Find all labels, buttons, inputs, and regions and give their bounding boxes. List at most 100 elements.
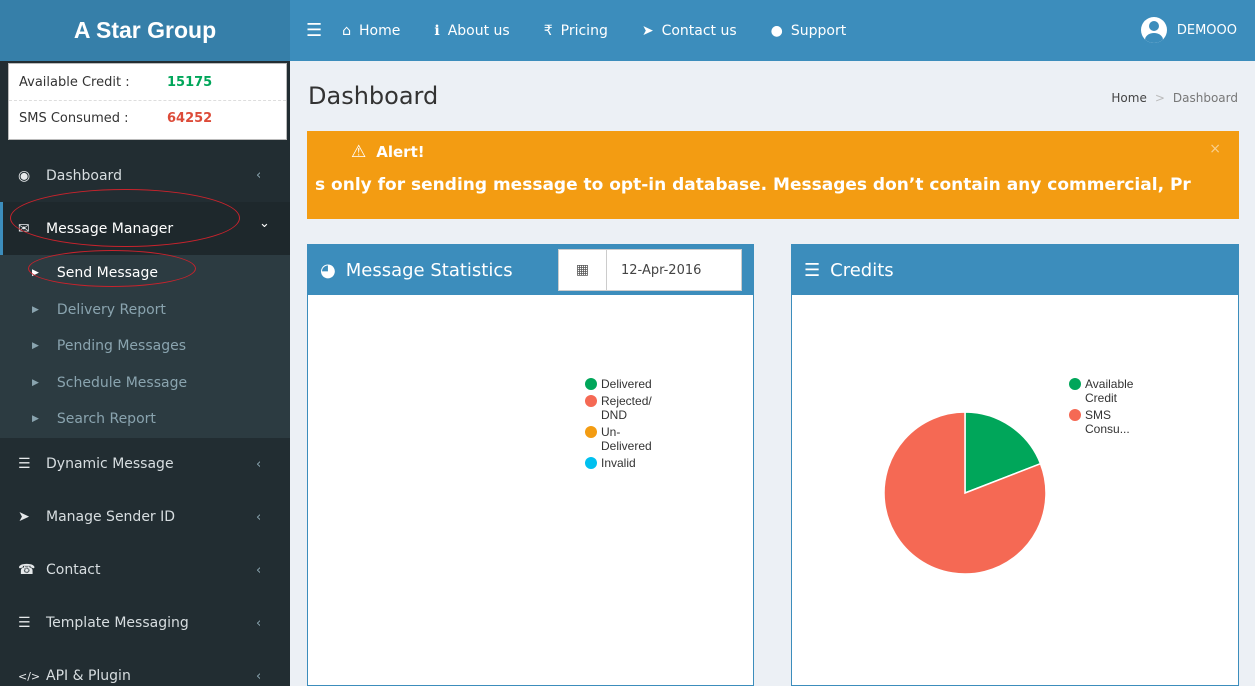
alert-heading: ⚠ Alert! [351,142,425,162]
submenu-search-report[interactable]: ▶ Search Report [0,401,290,438]
sidebar-item-api-plugin[interactable]: </> API & Plugin ‹ [0,650,290,686]
pie-chart-icon: ◕ [320,259,336,281]
available-credit-row: Available Credit : 15175 [9,64,286,100]
sidebar-item-label: API & Plugin [46,668,131,684]
chevron-left-icon: ‹ [256,562,262,578]
chat-bubble-icon: ● [770,22,783,39]
nav-pricing[interactable]: ₹ Pricing [544,23,608,39]
top-header: A Star Group ☰ ⌂ Home i About us ₹ Prici… [0,0,1255,61]
submenu-delivery-report[interactable]: ▶ Delivery Report [0,292,290,329]
rupee-icon: ₹ [543,22,553,39]
sidebar: Available Credit : 15175 SMS Consumed : … [0,61,290,686]
date-picker[interactable]: ▦ 12-Apr-2016 [558,249,742,291]
list-icon: ☰ [18,615,31,631]
page-title: Dashboard [308,82,439,110]
nav-about[interactable]: i About us [434,23,509,39]
sidebar-item-template-messaging[interactable]: ☰ Template Messaging ‹ [0,597,290,650]
legend-label: Invalid [601,456,636,470]
home-icon: ⌂ [342,22,352,39]
list-icon: ☰ [18,456,31,472]
sidebar-item-label: Dashboard [46,167,122,184]
legend-item: Available Credit [1069,377,1143,405]
statistics-legend: Delivered Rejected/ DND Un- Delivered In… [585,377,663,473]
submenu-schedule-message[interactable]: ▶ Schedule Message [0,365,290,402]
paper-plane-icon: ➤ [18,509,30,525]
submenu-label: Search Report [56,411,156,428]
legend-item: SMS Consu... [1069,408,1143,436]
available-credit-value: 15175 [167,74,213,90]
breadcrumb: Home > Dashboard [1111,91,1238,105]
legend-swatch [585,426,597,438]
sidebar-item-label: Contact [46,562,101,578]
legend-swatch [1069,378,1081,390]
sidebar-item-contact[interactable]: ☎ Contact ‹ [0,544,290,597]
nav-contact-label: Contact us [661,22,737,39]
nav-support[interactable]: ● Support [771,23,847,39]
sidebar-item-label: Dynamic Message [46,456,174,472]
close-icon[interactable]: × [1209,141,1221,157]
legend-item: Un- Delivered [585,425,663,453]
submenu-label: Delivery Report [56,301,166,318]
hamburger-menu-icon[interactable]: ☰ [306,20,322,41]
credits-pie-chart [883,411,1047,575]
sidebar-item-dynamic-message[interactable]: ☰ Dynamic Message ‹ [0,438,290,491]
chevron-left-icon: ‹ [256,668,262,684]
brand-logo[interactable]: A Star Group [0,0,290,61]
sms-consumed-value: 64252 [167,111,213,126]
legend-item: Invalid [585,456,663,470]
chevron-left-icon: ‹ [256,168,262,183]
user-name: DEMOOO [1176,22,1237,38]
legend-label: Delivered [601,377,652,391]
legend-item: Delivered [585,377,663,391]
date-value[interactable]: 12-Apr-2016 [607,250,701,290]
message-statistics-box: ◕ Message Statistics ▦ 12-Apr-2016 Deliv… [307,244,754,686]
submenu-pending-messages[interactable]: ▶ Pending Messages [0,328,290,365]
chevron-left-icon: ‹ [256,509,262,525]
legend-swatch [1069,409,1081,421]
credits-title: Credits [830,259,894,281]
caret-right-icon: ▶ [32,341,39,352]
available-credit-label: Available Credit : [19,74,130,90]
database-icon: ☰ [804,259,821,281]
credits-box: ☰ Credits Available Credit SMS Consu... [791,244,1239,686]
warning-icon: ⚠ [351,142,367,162]
alert-message: s only for sending message to opt-in dat… [315,175,1191,195]
legend-swatch [585,378,597,390]
submenu-label: Schedule Message [56,374,188,391]
user-menu[interactable]: DEMOOO [1140,17,1237,43]
paper-plane-icon: ➤ [641,22,654,39]
breadcrumb-separator: > [1154,91,1165,105]
credits-legend: Available Credit SMS Consu... [1069,377,1143,439]
nav-support-label: Support [790,22,847,39]
alert-banner: × ⚠ Alert! s only for sending message to… [307,131,1239,219]
caret-right-icon: ▶ [32,377,39,388]
sms-consumed-label: SMS Consumed : [19,111,129,126]
caret-right-icon: ▶ [32,304,39,315]
top-nav: ☰ ⌂ Home i About us ₹ Pricing ➤ Contact … [290,0,880,61]
nav-about-label: About us [447,22,510,39]
calendar-icon[interactable]: ▦ [559,250,607,290]
breadcrumb-home[interactable]: Home [1111,91,1146,105]
code-icon: </> [18,669,41,683]
legend-item: Rejected/ DND [585,394,663,422]
highlight-ellipse-message-manager [10,189,240,247]
chevron-down-icon: ⌄ [259,216,270,231]
sidebar-item-label: Template Messaging [46,615,189,631]
highlight-ellipse-send-message [28,250,196,287]
nav-contact[interactable]: ➤ Contact us [642,23,737,39]
alert-title: Alert! [376,143,425,161]
caret-right-icon: ▶ [32,414,39,425]
sms-consumed-row: SMS Consumed : 64252 [9,100,286,136]
phone-icon: ☎ [18,562,36,578]
dashboard-icon: ◉ [18,167,31,184]
nav-pricing-label: Pricing [560,22,608,39]
chevron-left-icon: ‹ [256,456,262,472]
nav-home[interactable]: ⌂ Home [342,23,400,39]
credit-panel: Available Credit : 15175 SMS Consumed : … [8,63,287,140]
breadcrumb-current: Dashboard [1172,91,1238,105]
info-icon: i [434,22,440,39]
submenu-label: Pending Messages [56,338,186,355]
legend-label: SMS Consu... [1085,408,1130,436]
sidebar-item-manage-sender-id[interactable]: ➤ Manage Sender ID ‹ [0,491,290,544]
legend-swatch [585,457,597,469]
